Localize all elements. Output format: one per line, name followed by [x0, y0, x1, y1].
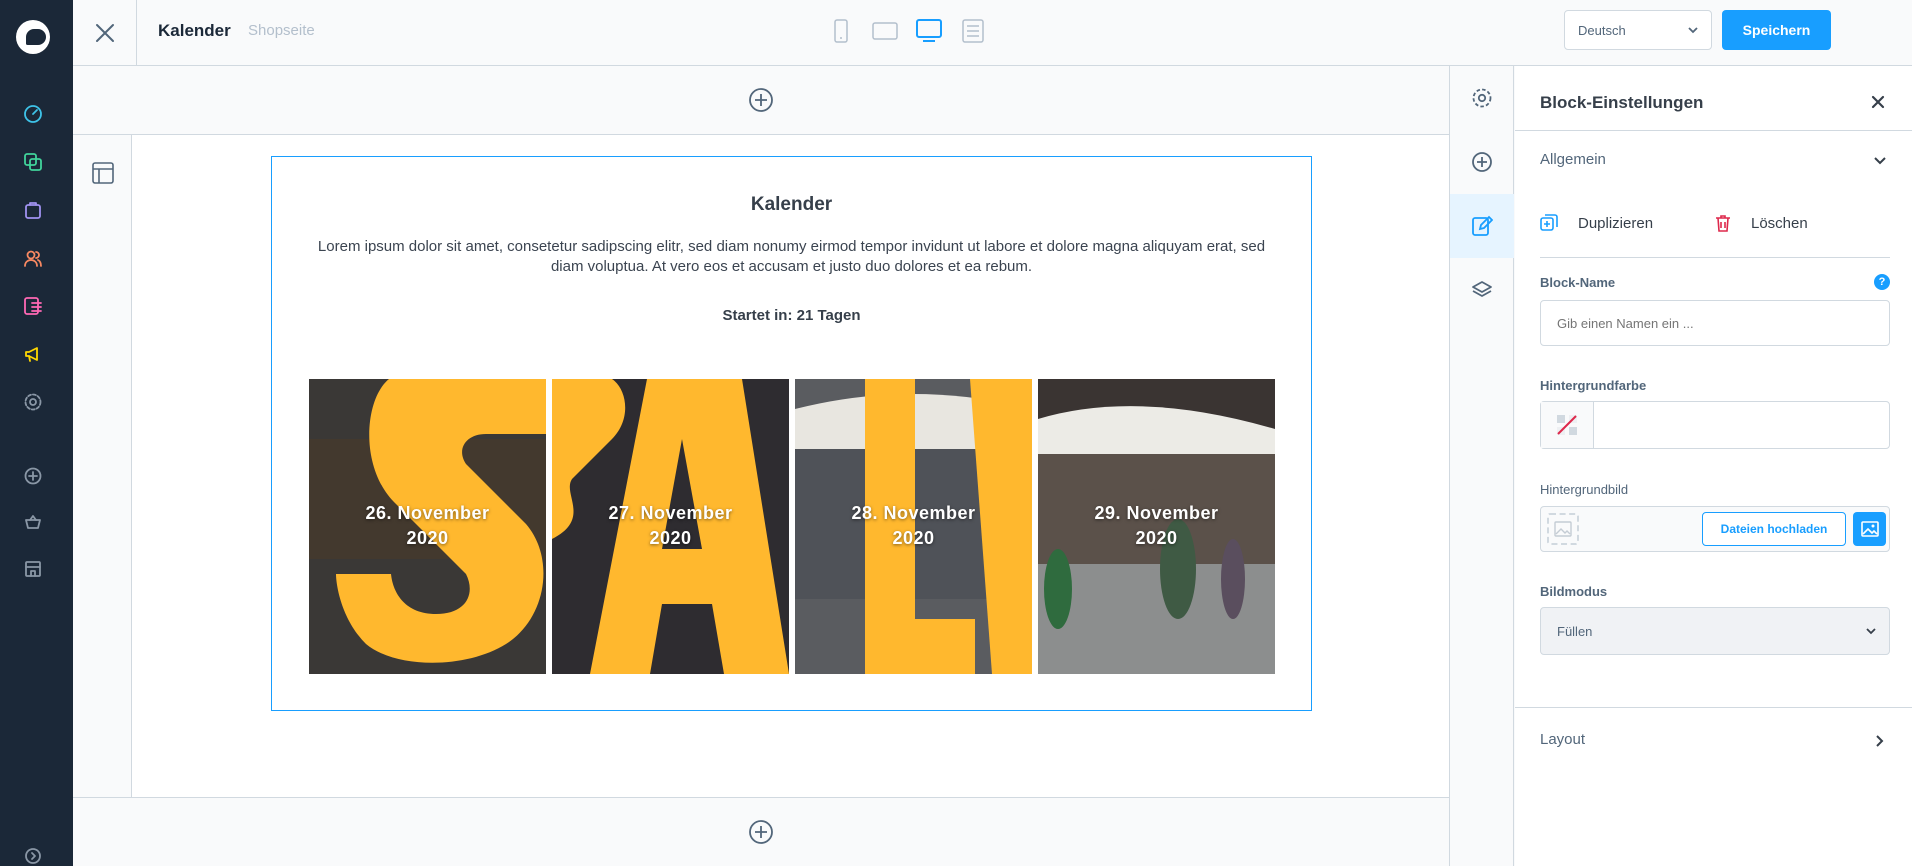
add-icon[interactable] — [22, 465, 44, 487]
add-circle-icon — [1472, 152, 1492, 172]
shopware-logo[interactable] — [16, 20, 50, 54]
image-placeholder-icon — [1547, 513, 1579, 545]
settings-icon[interactable] — [22, 391, 44, 413]
calendar-day[interactable]: 27. November 2020 — [552, 379, 789, 674]
editor-stage: Kalender Lorem ipsum dolor sit amet, con… — [73, 66, 1449, 866]
day-label: 26. November 2020 — [365, 503, 490, 548]
day-label: 29. November 2020 — [1094, 503, 1219, 548]
tab-add-blocks[interactable] — [1450, 130, 1514, 194]
add-circle-icon[interactable] — [748, 87, 774, 113]
calendar-day[interactable]: 29. November 2020 — [1038, 379, 1275, 674]
dashboard-icon[interactable] — [22, 103, 44, 125]
tablet-icon[interactable] — [871, 18, 899, 44]
expand-nav-icon[interactable] — [22, 845, 44, 866]
divider — [1515, 130, 1912, 131]
calendar-day[interactable]: 26. November 2020 — [309, 379, 546, 674]
accordion-general[interactable]: Allgemein — [1540, 151, 1606, 168]
countdown-text: Startet in: 21 Tagen — [722, 307, 861, 324]
sidebar-tabs — [1449, 66, 1514, 866]
media-library-button[interactable] — [1853, 512, 1886, 546]
accordion-layout[interactable]: Layout — [1540, 731, 1585, 748]
image-mode-label: Bildmodus — [1540, 584, 1608, 599]
help-icon[interactable]: ? — [1874, 274, 1890, 290]
language-value: Deutsch — [1578, 23, 1626, 38]
list-icon[interactable] — [959, 18, 987, 44]
delete-label: Löschen — [1751, 214, 1808, 232]
layout-icon[interactable] — [92, 162, 114, 184]
tab-block-settings[interactable] — [1450, 194, 1514, 258]
mobile-icon[interactable] — [827, 18, 855, 44]
device-switcher — [827, 18, 987, 44]
layers-icon — [1472, 281, 1492, 297]
no-color-icon — [1557, 415, 1577, 435]
duplicate-label: Duplizieren — [1578, 214, 1654, 232]
orders-icon[interactable] — [22, 199, 44, 221]
image-icon — [1860, 521, 1879, 537]
bg-color-label: Hintergrundfarbe — [1540, 378, 1647, 393]
calendar-block[interactable]: Kalender Lorem ipsum dolor sit amet, con… — [271, 156, 1312, 711]
add-section-top — [73, 66, 1449, 134]
basket-icon[interactable] — [22, 511, 44, 533]
block-name-label: Block-Name — [1540, 275, 1616, 290]
image-mode-select[interactable]: Füllen — [1540, 607, 1890, 655]
day-label: 28. November 2020 — [851, 503, 976, 548]
gear-icon — [1472, 88, 1492, 108]
page-subtitle: Shopseite — [248, 22, 315, 39]
admin-sidebar — [0, 0, 73, 866]
day-label: 27. November 2020 — [608, 503, 733, 548]
block-settings-panel: Block-Einstellungen Allgemein Dupliziere… — [1515, 66, 1912, 866]
marketing-icon[interactable] — [22, 343, 44, 365]
close-icon[interactable] — [1871, 95, 1885, 109]
block-description: Lorem ipsum dolor sit amet, consetetur s… — [317, 238, 1266, 275]
content-icon[interactable] — [22, 295, 44, 317]
bg-color-picker[interactable] — [1540, 401, 1890, 449]
divider — [1515, 707, 1912, 708]
color-swatch[interactable] — [1541, 402, 1594, 448]
tab-page-settings[interactable] — [1450, 66, 1514, 130]
chevron-down-icon — [1688, 27, 1698, 34]
calendar-days: 26. November 2020 27. November 2020 28. … — [309, 379, 1275, 674]
customers-icon[interactable] — [22, 247, 44, 269]
block-name-input[interactable] — [1540, 300, 1890, 346]
divider — [1540, 257, 1890, 258]
store-icon[interactable] — [22, 558, 44, 580]
trash-icon — [1716, 215, 1730, 232]
save-button[interactable]: Speichern — [1722, 10, 1831, 50]
upload-files-button[interactable]: Dateien hochladen — [1702, 512, 1846, 546]
tab-layers[interactable] — [1450, 258, 1514, 322]
edit-icon — [1472, 215, 1493, 236]
bg-image-upload: Dateien hochladen — [1540, 506, 1890, 552]
page-title: Kalender — [158, 21, 231, 40]
language-select[interactable]: Deutsch — [1564, 10, 1712, 50]
delete-button[interactable]: Löschen — [1715, 214, 1808, 232]
add-section-bottom — [73, 798, 1449, 866]
section-sidebar — [73, 135, 132, 797]
duplicate-icon — [1540, 214, 1558, 231]
duplicate-button[interactable]: Duplizieren — [1540, 214, 1653, 232]
chevron-right-icon[interactable] — [1873, 734, 1887, 748]
close-editor-button[interactable] — [73, 0, 137, 66]
bg-image-label: Hintergrundbild — [1540, 482, 1629, 497]
panel-title: Block-Einstellungen — [1540, 93, 1704, 112]
chevron-down-icon[interactable] — [1873, 154, 1887, 168]
block-title: Kalender — [750, 194, 833, 215]
content-section: Kalender Lorem ipsum dolor sit amet, con… — [73, 134, 1449, 798]
catalog-icon[interactable] — [22, 151, 44, 173]
topbar: Kalender Shopseite Deutsch Speichern — [73, 0, 1912, 66]
chevron-down-icon — [1866, 628, 1876, 635]
calendar-day[interactable]: 28. November 2020 — [795, 379, 1032, 674]
desktop-icon[interactable] — [915, 18, 943, 44]
image-mode-value: Füllen — [1557, 624, 1593, 639]
add-circle-icon[interactable] — [748, 819, 774, 845]
close-icon — [95, 24, 114, 42]
